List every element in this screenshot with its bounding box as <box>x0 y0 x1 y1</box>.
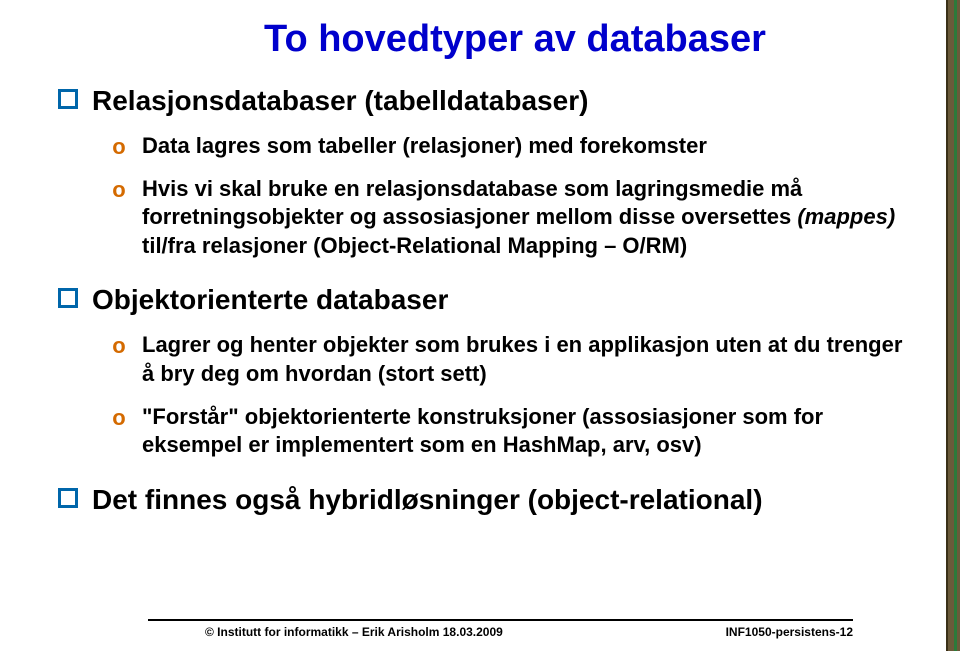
bullet-text: Hvis vi skal bruke en relasjonsdatabase … <box>142 175 920 261</box>
slide-content: Relasjonsdatabaser (tabelldatabaser) o D… <box>40 83 920 517</box>
bullet-text: Relasjonsdatabaser (tabelldatabaser) <box>92 83 588 118</box>
bullet-level2: o Lagrer og henter objekter som brukes i… <box>110 331 920 388</box>
text-part: til/fra relasjoner (Object-Relational Ma… <box>142 233 687 258</box>
bullet-level1: Objektorienterte databaser <box>58 282 920 317</box>
footer-slide-id: INF1050-persistens-12 <box>726 625 853 639</box>
bullet-level1: Relasjonsdatabaser (tabelldatabaser) <box>58 83 920 118</box>
square-bullet-icon <box>58 288 78 308</box>
circle-bullet-icon: o <box>110 407 128 429</box>
bullet-text: Det finnes også hybridløsninger (object-… <box>92 482 763 517</box>
bullet-text: Lagrer og henter objekter som brukes i e… <box>142 331 920 388</box>
bullet-text: Objektorienterte databaser <box>92 282 448 317</box>
slide: To hovedtyper av databaser Relasjonsdata… <box>0 0 960 651</box>
bullet-level2: o Hvis vi skal bruke en relasjonsdatabas… <box>110 175 920 261</box>
slide-title: To hovedtyper av databaser <box>110 18 920 61</box>
square-bullet-icon <box>58 488 78 508</box>
bullet-text: Data lagres som tabeller (relasjoner) me… <box>142 132 707 161</box>
text-italic: (mappes) <box>797 204 895 229</box>
circle-bullet-icon: o <box>110 179 128 201</box>
footer-copyright: © Institutt for informatikk – Erik Arish… <box>205 625 503 639</box>
bullet-text: "Forstår" objektorienterte konstruksjone… <box>142 403 920 460</box>
bullet-level1: Det finnes også hybridløsninger (object-… <box>58 482 920 517</box>
decorative-stripe-inner <box>954 0 957 651</box>
circle-bullet-icon: o <box>110 136 128 158</box>
text-part: Hvis vi skal bruke en relasjonsdatabase … <box>142 176 802 230</box>
footer-divider <box>148 619 853 621</box>
bullet-level2: o "Forstår" objektorienterte konstruksjo… <box>110 403 920 460</box>
decorative-stripe <box>946 0 960 651</box>
square-bullet-icon <box>58 89 78 109</box>
bullet-level2: o Data lagres som tabeller (relasjoner) … <box>110 132 920 161</box>
circle-bullet-icon: o <box>110 335 128 357</box>
